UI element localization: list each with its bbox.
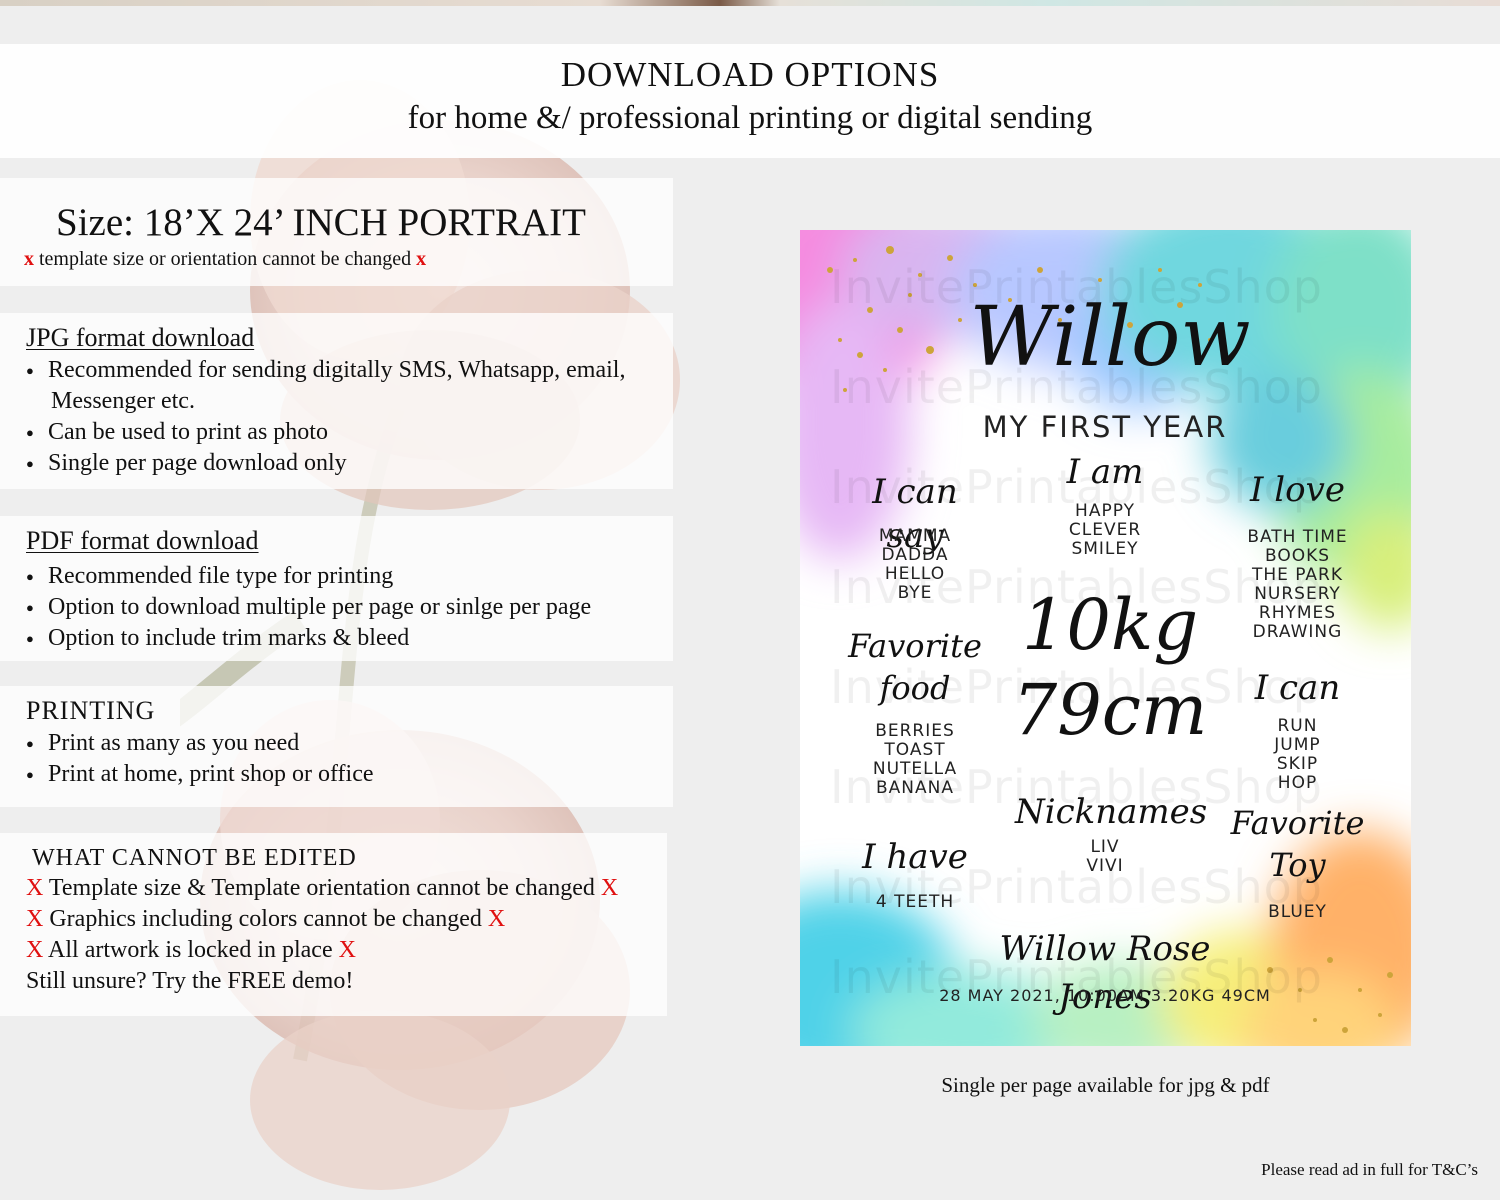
poster-preview: InvitePrintablesShop InvitePrintablesSho… — [800, 230, 1411, 1046]
nicknames-list: LIV VIVI — [1015, 838, 1195, 876]
list-item: Recommended for sending digitally SMS, W… — [26, 355, 673, 417]
full-name: Willow Rose Jones — [999, 929, 1211, 1017]
favorite-food-list: BERRIES TOAST NUTELLA BANANA — [840, 722, 990, 798]
size-title: Size: 18’X 24’ INCH PORTRAIT — [56, 201, 586, 244]
i-have-list: 4 TEETH — [840, 893, 990, 912]
list-item: Can be used to print as photo — [26, 417, 673, 448]
list-item: HELLO — [884, 564, 946, 584]
list-item: HOP — [1277, 773, 1318, 793]
pdf-panel-title: PDF format download — [26, 526, 259, 555]
list-item: JUMP — [1274, 735, 1321, 755]
list-item-continuation: Messenger etc. — [51, 388, 195, 414]
height-value: 79cm — [1012, 669, 1208, 751]
list-item: DRAWING — [1252, 622, 1343, 642]
pdf-format-panel: PDF format download Recommended file typ… — [0, 516, 673, 661]
list-item: CLEVER — [1068, 520, 1142, 540]
list-item: BATH TIME — [1247, 527, 1348, 547]
i-love-list: BATH TIME BOOKS THE PARK NURSERY RHYMES … — [1220, 528, 1375, 642]
list-item: RUN — [1277, 716, 1318, 736]
list-item: BYE — [897, 583, 933, 603]
weight-value: 10kg — [1021, 584, 1199, 666]
header-subtitle: for home &/ professional printing or dig… — [407, 100, 1093, 136]
list-item: SKIP — [1276, 754, 1319, 774]
i-can-list: RUN JUMP SKIP HOP — [1220, 717, 1375, 793]
list-item: X All artwork is locked in place X — [26, 937, 356, 963]
list-item: SMILEY — [1071, 539, 1139, 559]
list-item: BANANA — [876, 778, 954, 798]
list-item: MAMMA — [878, 526, 952, 546]
printing-panel-title: PRINTING — [26, 696, 156, 725]
i-am-heading: I am — [1066, 452, 1144, 492]
list-item: Print as many as you need — [26, 728, 673, 759]
list-item: DADDA — [881, 545, 949, 565]
favorite-toy-heading: Favorite Toy — [1230, 804, 1365, 884]
i-have-heading: I have — [862, 837, 968, 877]
i-love-heading: I love — [1250, 470, 1345, 510]
list-item: NUTELLA — [872, 759, 958, 779]
list-item: HAPPY — [1075, 501, 1135, 521]
size-panel: Size: 18’X 24’ INCH PORTRAIT x template … — [0, 178, 673, 286]
list-item: VIVI — [1086, 856, 1124, 876]
download-options-header: DOWNLOAD OPTIONS for home &/ professiona… — [0, 44, 1500, 158]
list-item: Option to download multiple per page or … — [26, 592, 673, 623]
favorite-toy-list: BLUEY — [1220, 903, 1375, 922]
poster-name: Willow — [969, 290, 1251, 385]
list-item: 4 TEETH — [875, 892, 955, 912]
poster-subtitle: MY FIRST YEAR — [982, 410, 1228, 444]
terms-footnote: Please read ad in full for T&C’s — [1261, 1160, 1478, 1179]
list-item: Single per page download only — [26, 448, 673, 479]
list-item: X Template size & Template orientation c… — [26, 875, 619, 901]
header-title: DOWNLOAD OPTIONS — [560, 55, 940, 94]
jpg-format-panel: JPG format download Recommended for send… — [0, 313, 673, 489]
printing-panel: PRINTING Print as many as you need Print… — [0, 686, 673, 807]
x-mark: x — [24, 248, 34, 270]
list-item: Print at home, print shop or office — [26, 759, 673, 790]
list-item: Option to include trim marks & bleed — [26, 623, 673, 654]
favorite-food-heading: Favorite food — [848, 627, 982, 707]
poster-caption: Single per page available for jpg & pdf — [941, 1073, 1270, 1097]
list-item: RHYMES — [1258, 603, 1337, 623]
i-can-heading: I can — [1254, 668, 1341, 708]
list-item: BLUEY — [1268, 902, 1327, 922]
nicknames-heading: Nicknames — [1015, 792, 1208, 832]
cannot-edit-title: WHAT CANNOT BE EDITED — [32, 845, 357, 871]
list-item: LIV — [1090, 837, 1120, 857]
list-item: NURSERY — [1254, 584, 1341, 604]
x-mark: x — [416, 248, 427, 270]
size-note: x template size or orientation cannot be… — [24, 246, 673, 272]
size-note-text: template size or orientation cannot be c… — [39, 248, 412, 270]
top-photo-strip — [0, 0, 1500, 6]
birth-details: 28 MAY 2021, 10:00AM 3.20KG 49CM — [939, 986, 1271, 1005]
list-item: THE PARK — [1251, 565, 1344, 585]
demo-prompt: Still unsure? Try the FREE demo! — [26, 968, 354, 994]
cannot-edit-panel: WHAT CANNOT BE EDITED X Template size & … — [0, 833, 667, 1016]
list-item: X Graphics including colors cannot be ch… — [26, 906, 506, 932]
i-am-list: HAPPY CLEVER SMILEY — [1030, 502, 1180, 559]
i-can-say-list: MAMMA DADDA HELLO BYE — [840, 527, 990, 603]
list-item: Recommended file type for printing — [26, 561, 673, 592]
list-item: BOOKS — [1264, 546, 1331, 566]
list-item: BERRIES — [875, 721, 955, 741]
jpg-panel-title: JPG format download — [26, 323, 255, 352]
list-item: TOAST — [884, 740, 946, 760]
